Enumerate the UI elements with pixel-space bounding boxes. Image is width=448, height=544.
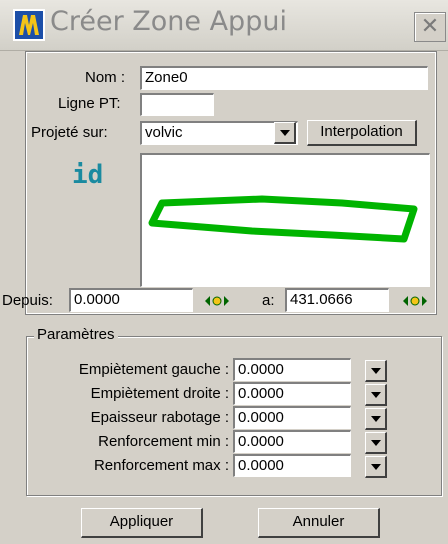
- chevron-down-icon: [371, 416, 381, 422]
- nom-input[interactable]: Zone0: [140, 66, 428, 90]
- empietement-gauche-dropdown[interactable]: [365, 360, 387, 382]
- close-button[interactable]: ✕: [414, 12, 446, 42]
- ligne-pt-label: Ligne PT:: [58, 95, 121, 112]
- title-bar[interactable]: Créer Zone Appui ✕: [0, 0, 448, 51]
- epaisseur-rabotage-dropdown[interactable]: [365, 408, 387, 430]
- app-logo-icon: [13, 9, 45, 41]
- double-arrow-icon[interactable]: [402, 294, 428, 308]
- a-label: a:: [262, 292, 275, 309]
- chevron-down-icon: [280, 130, 290, 136]
- epaisseur-rabotage-input[interactable]: 0.0000: [233, 406, 351, 429]
- depuis-input[interactable]: 0.0000: [69, 288, 193, 312]
- renforcement-max-dropdown[interactable]: [365, 456, 387, 478]
- depuis-label: Depuis:: [2, 292, 53, 309]
- id-label: id: [72, 160, 104, 190]
- zone-preview: [140, 153, 430, 287]
- param-label: Empiètement droite :: [90, 385, 229, 402]
- parametres-title: Paramètres: [34, 326, 118, 343]
- projete-label: Projeté sur:: [31, 124, 108, 141]
- nom-label: Nom :: [85, 69, 126, 86]
- param-label: Epaisseur rabotage :: [90, 409, 229, 426]
- chevron-down-icon: [371, 440, 381, 446]
- dialog-window: Créer Zone Appui ✕ Nom : Zone0 Ligne PT:…: [0, 0, 448, 544]
- apply-button[interactable]: Appliquer: [81, 508, 203, 538]
- renforcement-min-input[interactable]: 0.0000: [233, 430, 351, 453]
- close-icon: ✕: [420, 13, 440, 38]
- double-arrow-icon[interactable]: [204, 294, 230, 308]
- window-title: Créer Zone Appui: [50, 6, 287, 37]
- empietement-droite-dropdown[interactable]: [365, 384, 387, 406]
- chevron-down-icon: [371, 392, 381, 398]
- renforcement-max-input[interactable]: 0.0000: [233, 454, 351, 477]
- a-input[interactable]: 431.0666: [285, 288, 389, 312]
- projete-dropdown-button[interactable]: [274, 122, 296, 144]
- param-label: Empiètement gauche :: [78, 361, 229, 378]
- interpolation-button[interactable]: Interpolation: [307, 120, 417, 146]
- chevron-down-icon: [371, 368, 381, 374]
- chevron-down-icon: [371, 464, 381, 470]
- zone-shape: [148, 195, 418, 243]
- empietement-droite-input[interactable]: 0.0000: [233, 382, 351, 405]
- empietement-gauche-input[interactable]: 0.0000: [233, 358, 351, 381]
- cancel-button[interactable]: Annuler: [258, 508, 380, 538]
- ligne-pt-input[interactable]: [140, 93, 214, 116]
- param-label: Renforcement min :: [98, 433, 229, 450]
- param-label: Renforcement max :: [93, 457, 229, 474]
- renforcement-min-dropdown[interactable]: [365, 432, 387, 454]
